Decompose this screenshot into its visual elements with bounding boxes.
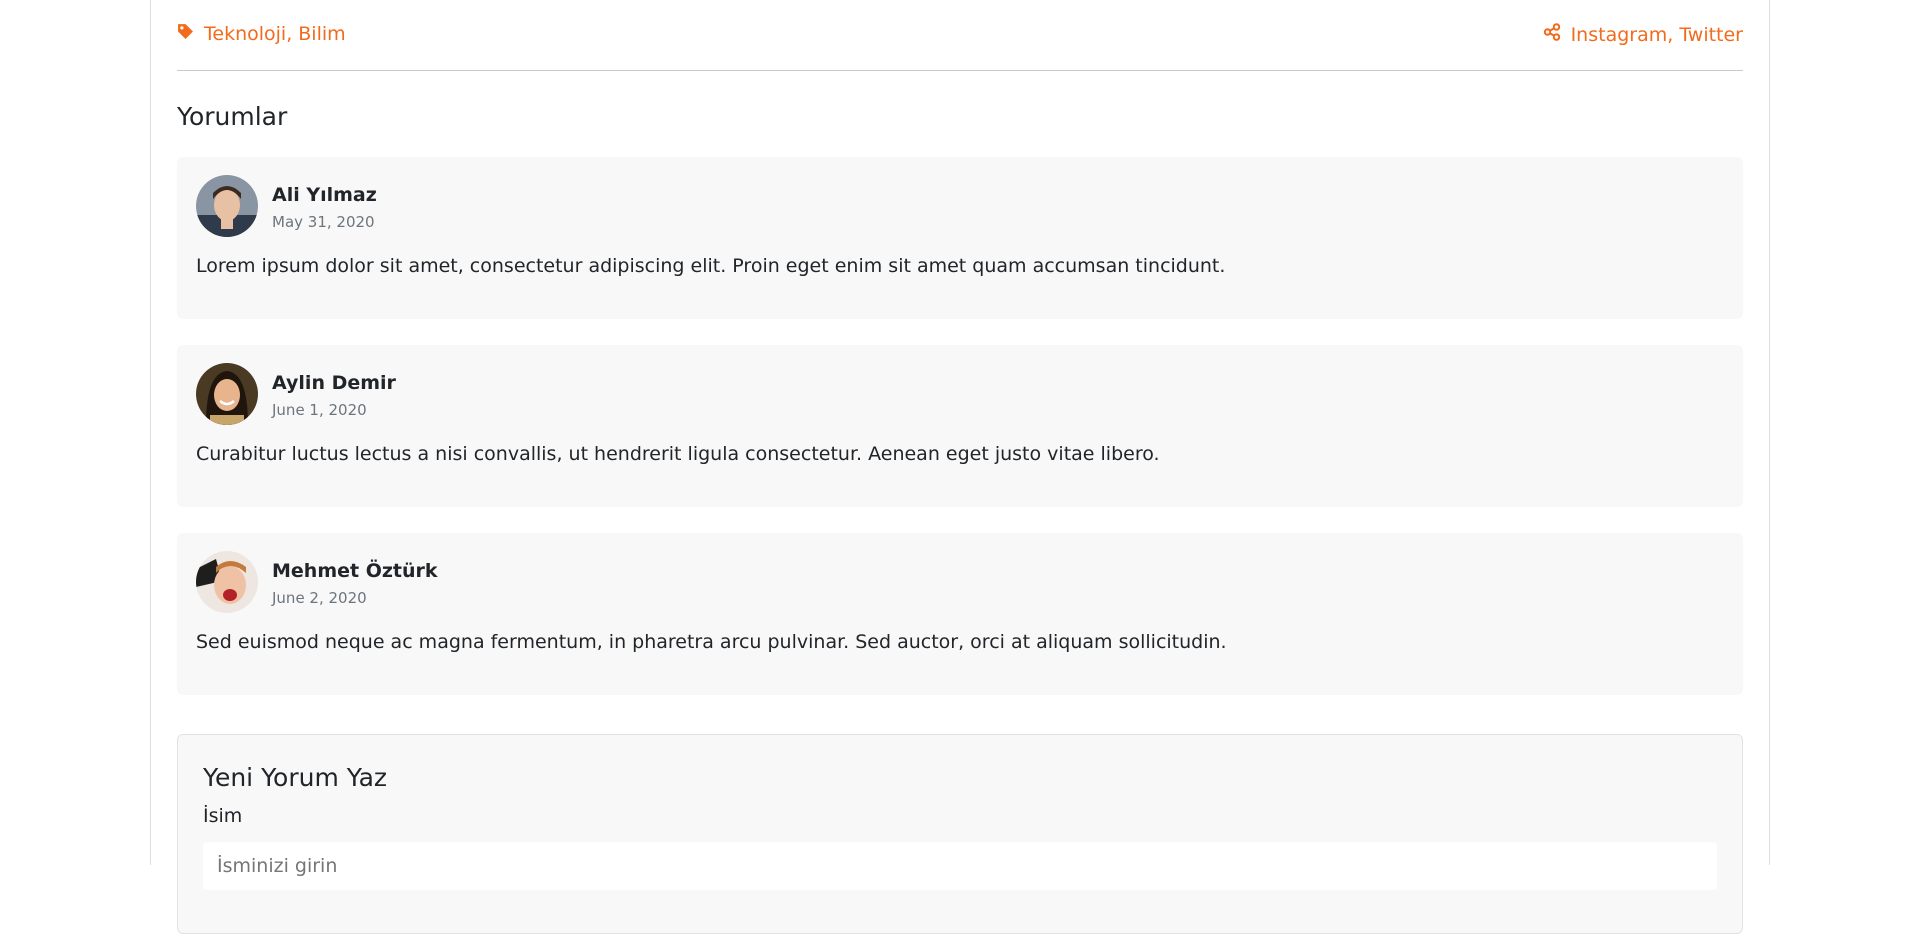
comment-author: Aylin Demir xyxy=(272,372,396,394)
comment-card: Ali Yılmaz May 31, 2020 Lorem ipsum dolo… xyxy=(177,157,1743,319)
avatar xyxy=(196,363,258,425)
comment-author: Ali Yılmaz xyxy=(272,184,377,206)
post-meta-row: Teknoloji, Bilim Instagram, Twitter xyxy=(177,0,1743,71)
share-links[interactable]: Instagram, Twitter xyxy=(1543,23,1743,46)
post-container: Teknoloji, Bilim Instagram, Twitter Yoru… xyxy=(150,0,1770,934)
new-comment-form: Yeni Yorum Yaz İsim xyxy=(177,734,1743,934)
post-content: Teknoloji, Bilim Instagram, Twitter Yoru… xyxy=(177,0,1743,934)
comment-card: Aylin Demir June 1, 2020 Curabitur luctu… xyxy=(177,345,1743,507)
comment-text: Curabitur luctus lectus a nisi convallis… xyxy=(196,443,1160,465)
avatar xyxy=(196,175,258,237)
comment-author: Mehmet Öztürk xyxy=(272,560,438,582)
tags-text: Teknoloji, Bilim xyxy=(204,23,346,45)
comment-date: June 2, 2020 xyxy=(272,589,367,607)
shares-text: Instagram, Twitter xyxy=(1570,23,1743,46)
name-input[interactable] xyxy=(203,842,1717,890)
comments-title: Yorumlar xyxy=(177,102,288,131)
comment-text: Sed euismod neque ac magna fermentum, in… xyxy=(196,631,1227,653)
avatar xyxy=(196,551,258,613)
tags-link[interactable]: Teknoloji, Bilim xyxy=(177,23,346,45)
new-comment-title: Yeni Yorum Yaz xyxy=(203,763,388,792)
comment-date: May 31, 2020 xyxy=(272,213,375,231)
name-label: İsim xyxy=(203,805,243,827)
tag-icon xyxy=(177,23,204,45)
comment-card: Mehmet Öztürk June 2, 2020 Sed euismod n… xyxy=(177,533,1743,695)
comment-date: June 1, 2020 xyxy=(272,401,367,419)
comment-text: Lorem ipsum dolor sit amet, consectetur … xyxy=(196,255,1226,277)
share-icon xyxy=(1543,23,1571,46)
